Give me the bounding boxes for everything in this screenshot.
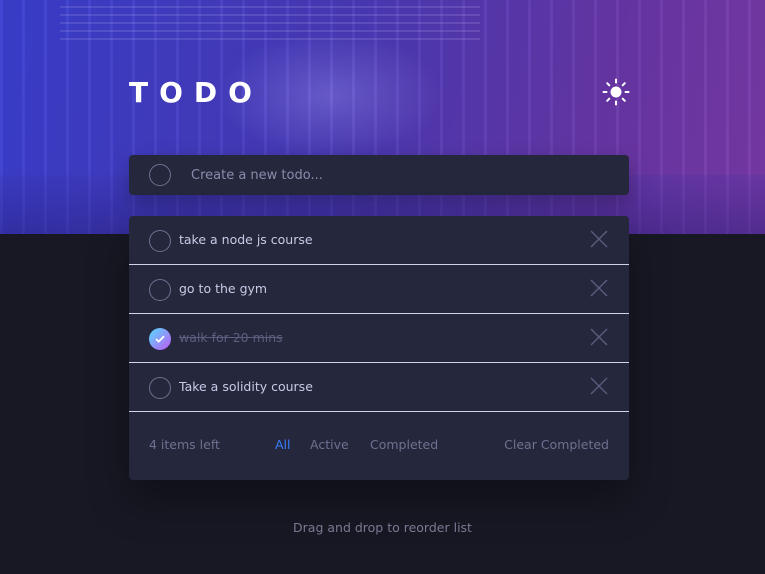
app-title: TODO (129, 76, 263, 109)
todo-text: go to the gym (179, 281, 268, 296)
todo-item[interactable]: take a node js course (129, 216, 629, 265)
delete-todo-button[interactable] (589, 278, 609, 298)
todo-text: walk for 20 mins (179, 330, 283, 345)
new-todo-input[interactable] (191, 155, 611, 195)
todo-item[interactable]: go to the gym (129, 265, 629, 314)
list-footer: 4 items left All Active Completed Clear … (129, 412, 629, 480)
todo-list: take a node js course go to the gym walk… (129, 216, 629, 480)
sun-icon (602, 78, 630, 106)
hero-banner (0, 0, 765, 234)
delete-todo-button[interactable] (589, 229, 609, 249)
filter-active[interactable]: Active (310, 412, 349, 478)
delete-todo-button[interactable] (589, 327, 609, 347)
new-todo-form (129, 155, 629, 195)
items-left-count: 4 items left (149, 437, 220, 452)
todo-check-circle[interactable] (149, 279, 171, 301)
clear-completed-button[interactable]: Clear Completed (504, 412, 609, 478)
close-icon (590, 230, 608, 248)
todo-item[interactable]: Take a solidity course (129, 363, 629, 412)
hero-ceiling-decoration (60, 0, 480, 40)
close-icon (590, 279, 608, 297)
todo-check-circle[interactable] (149, 377, 171, 399)
delete-todo-button[interactable] (589, 376, 609, 396)
todo-text: take a node js course (179, 232, 313, 247)
todo-check-circle[interactable] (149, 230, 171, 252)
checkmark-icon (155, 335, 165, 343)
close-icon (590, 328, 608, 346)
todo-text: Take a solidity course (179, 379, 313, 394)
filter-completed[interactable]: Completed (370, 412, 438, 478)
todo-item-completed[interactable]: walk for 20 mins (129, 314, 629, 363)
close-icon (590, 377, 608, 395)
todo-check-circle-checked[interactable] (149, 328, 171, 350)
reorder-hint: Drag and drop to reorder list (293, 520, 472, 535)
theme-toggle-button[interactable] (601, 77, 631, 107)
new-todo-check-circle[interactable] (149, 164, 171, 186)
filter-all[interactable]: All (275, 412, 291, 478)
app-header: TODO (129, 75, 631, 111)
